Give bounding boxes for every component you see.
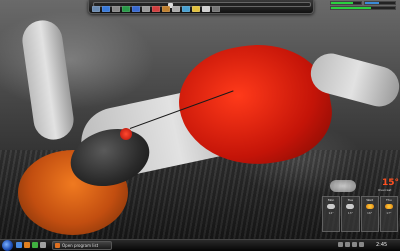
- ram-bar: [364, 1, 396, 5]
- forecast-day: Mon 14°: [322, 196, 341, 232]
- sun-icon: [384, 204, 393, 209]
- forecast-temperature: 13°: [347, 211, 354, 215]
- forecast-temperature: 14°: [328, 211, 334, 215]
- forecast-day-label: Thu: [386, 198, 392, 202]
- cloud-icon: [346, 204, 355, 209]
- battery-icon[interactable]: [352, 242, 357, 247]
- net-bar: [330, 6, 396, 10]
- forecast-temperature: 16°: [366, 211, 373, 215]
- taskbar-clock[interactable]: 2:45: [376, 242, 387, 248]
- photo-icon[interactable]: [162, 6, 170, 12]
- sun-icon: [365, 204, 374, 209]
- forecast-day: Thu 17°: [379, 196, 398, 232]
- calendar-icon[interactable]: [202, 6, 210, 12]
- network-icon[interactable]: [338, 242, 343, 247]
- music-icon[interactable]: [152, 6, 160, 12]
- weather-widget[interactable]: 15° Overcast Mon 14° Tue 13° Wed 16° Thu 17°: [322, 178, 400, 234]
- video-icon[interactable]: [172, 6, 180, 12]
- forecast-day-label: Wed: [366, 198, 373, 202]
- start-button[interactable]: [2, 240, 13, 251]
- red-rose: [120, 128, 132, 140]
- taskbar-button-label: Open program list: [62, 243, 99, 248]
- desktop-icon[interactable]: [40, 242, 46, 248]
- program-icon: [55, 243, 60, 248]
- folder-icon[interactable]: [92, 6, 100, 12]
- notification-icon[interactable]: [359, 242, 364, 247]
- browser-icon[interactable]: [102, 6, 110, 12]
- raised-arm: [19, 17, 77, 143]
- media-icon[interactable]: [122, 6, 130, 12]
- chat-icon[interactable]: [132, 6, 140, 12]
- net-fill: [331, 7, 371, 9]
- browser-icon[interactable]: [24, 242, 30, 248]
- media-icon[interactable]: [32, 242, 38, 248]
- cloud-icon: [330, 180, 356, 192]
- forecast-day: Wed 16°: [360, 196, 379, 232]
- forecast-temperature: 17°: [386, 211, 392, 215]
- cloud-icon: [327, 204, 336, 209]
- notes-icon[interactable]: [192, 6, 200, 12]
- ram-fill: [365, 2, 379, 4]
- taskbar-button[interactable]: Open program list: [52, 241, 112, 250]
- volume-icon[interactable]: [345, 242, 350, 247]
- forecast-day-label: Mon: [327, 198, 335, 202]
- cpu-bar: [330, 1, 362, 5]
- forecast-day: Tue 13°: [341, 196, 360, 232]
- settings-icon[interactable]: [142, 6, 150, 12]
- weather-condition: Overcast: [378, 188, 392, 192]
- cpu-fill: [331, 2, 353, 4]
- weather-forecast: Mon 14° Tue 13° Wed 16° Thu 17°: [322, 196, 398, 232]
- system-tray: [338, 242, 364, 247]
- taskbar: Open program list 2:45: [0, 239, 400, 251]
- current-temperature: 15°: [382, 178, 400, 188]
- download-icon[interactable]: [182, 6, 190, 12]
- mail-icon[interactable]: [112, 6, 120, 12]
- forecast-day-label: Tue: [347, 198, 353, 202]
- dock-icon-row: [92, 6, 220, 12]
- explorer-icon[interactable]: [16, 242, 22, 248]
- system-meter: [330, 1, 398, 10]
- trash-icon[interactable]: [212, 6, 220, 12]
